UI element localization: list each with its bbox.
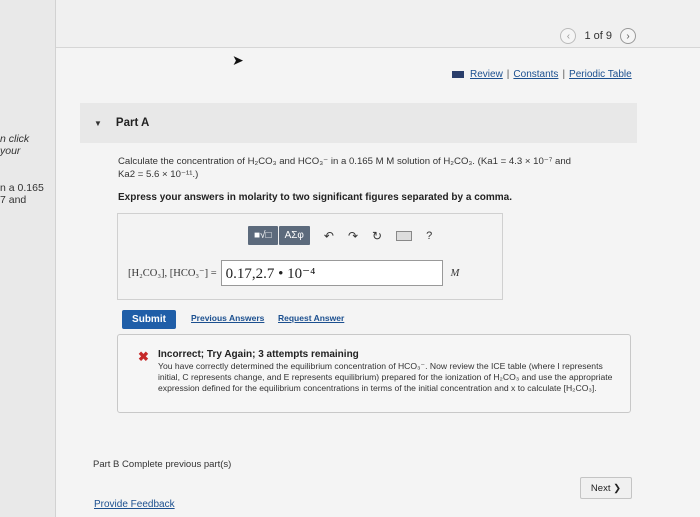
template-button[interactable]: ■√□ [248,226,278,245]
previous-answers-link[interactable]: Previous Answers [191,313,264,323]
instruction-text: Express your answers in molarity to two … [118,192,513,203]
request-answer-link[interactable]: Request Answer [278,313,344,323]
side-snippet-line: 7 and [0,194,27,206]
question-line-1: Calculate the concentration of H₂CO₃ and… [118,156,571,167]
answer-unit: M [450,267,460,279]
part-b-text: Complete previous part(s) [122,459,232,470]
feedback-title: Incorrect; Try Again; 3 attempts remaini… [158,349,359,360]
math-toolbar: ■√□ ΑΣφ ↶ ↷ ↻ ? [248,226,432,245]
chevron-right-icon[interactable]: › [620,28,636,44]
submit-button[interactable]: Submit [122,310,176,329]
page: n click your n a 0.165 7 and ‹ 1 of 9 › … [0,0,700,517]
side-snippet-2: n a 0.165 7 and [0,182,44,206]
constants-link[interactable]: Constants [513,69,558,80]
undo-icon[interactable]: ↶ [324,229,334,243]
answer-label: [H₂CO₃], [HCO₃⁻] = [128,268,217,279]
review-link[interactable]: Review [470,69,503,80]
question-line-2: Ka2 = 5.6 × 10⁻¹¹.) [118,169,199,180]
part-a-title: Part A [115,117,150,129]
side-snippet-line: your [0,145,21,157]
next-button[interactable]: Next ❯ [580,477,632,499]
greek-symbols-button[interactable]: ΑΣφ [278,226,310,245]
feedback-box: ✖ Incorrect; Try Again; 3 attempts remai… [117,334,631,413]
chevron-left-icon[interactable]: ‹ [560,28,577,44]
periodic-table-link[interactable]: Periodic Table [569,69,632,80]
feedback-body: You have correctly determined the equili… [158,361,613,393]
part-b-label: Part B [93,459,120,470]
answer-row: [H₂CO₃], [HCO₃⁻] = 0.17,2.7 • 10⁻⁴ M [128,260,459,286]
side-snippet-1: n click your [0,133,29,157]
resources-icon [452,71,464,78]
mouse-cursor-icon: ➤ [232,52,244,68]
pager: ‹ 1 of 9 › [560,28,636,44]
part-a-header[interactable]: ▼ Part A [80,103,637,143]
help-button[interactable]: ? [426,230,432,242]
caret-down-icon: ▼ [94,118,102,128]
side-snippet-line: n a 0.165 [0,182,44,194]
left-panel [0,0,56,517]
pager-label: 1 of 9 [584,30,612,42]
answer-box: ■√□ ΑΣφ ↶ ↷ ↻ ? [H₂CO₃], [HCO₃⁻] = 0.17,… [117,213,503,300]
reset-icon[interactable]: ↻ [372,229,382,243]
side-snippet-line: n click [0,133,30,145]
keyboard-icon[interactable] [396,230,413,241]
resources-bar: Review | Constants | Periodic Table [452,69,632,80]
answer-input[interactable]: 0.17,2.7 • 10⁻⁴ [220,260,443,286]
separator: | [506,69,510,80]
separator: | [562,69,566,80]
close-x-icon: ✖ [138,349,149,364]
question-text: Calculate the concentration of H₂CO₃ and… [118,155,638,181]
part-b-row[interactable]: Part B Complete previous part(s) [93,459,231,470]
provide-feedback-link[interactable]: Provide Feedback [94,499,175,510]
redo-icon[interactable]: ↷ [348,229,358,243]
